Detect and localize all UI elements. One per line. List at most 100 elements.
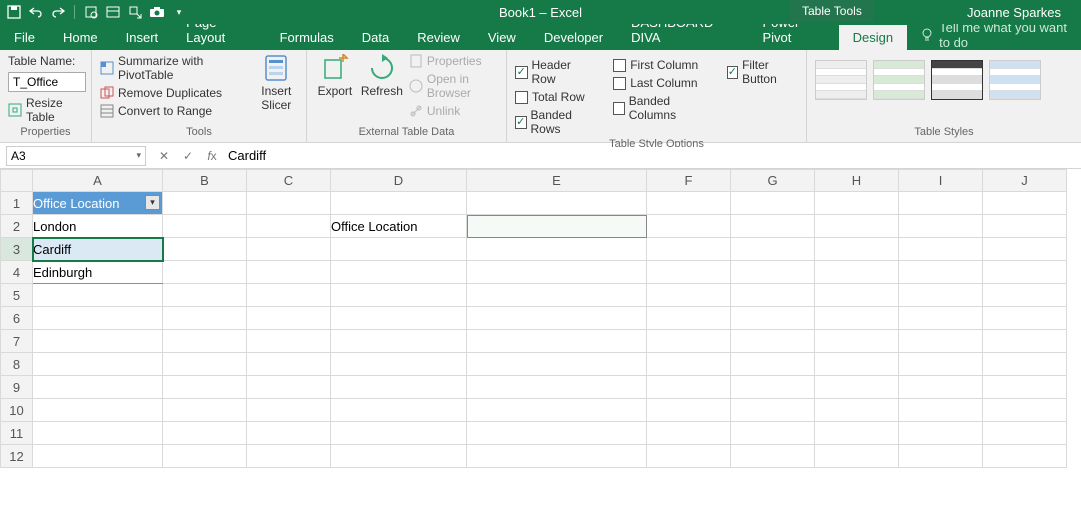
col-header-h[interactable]: H bbox=[815, 170, 899, 192]
style-swatch-2[interactable] bbox=[873, 60, 925, 100]
total-row-checkbox[interactable]: Total Row bbox=[515, 90, 595, 104]
col-header-d[interactable]: D bbox=[331, 170, 467, 192]
group-properties: Table Name: Resize Table Properties bbox=[0, 50, 92, 142]
row-header-8[interactable]: 8 bbox=[1, 353, 33, 376]
remove-duplicates-button[interactable]: Remove Duplicates bbox=[100, 86, 247, 100]
cancel-formula-icon[interactable]: ✕ bbox=[152, 149, 176, 163]
tell-me-label: Tell me what you want to do bbox=[939, 20, 1081, 50]
window-title: Book1 – Excel bbox=[499, 5, 582, 20]
unlink-button: Unlink bbox=[409, 104, 498, 118]
cell-a3[interactable]: Cardiff bbox=[33, 238, 163, 261]
browser-icon bbox=[409, 79, 423, 93]
refresh-icon bbox=[368, 54, 396, 82]
row-header-5[interactable]: 5 bbox=[1, 284, 33, 307]
formula-bar-row: A3 ▾ ✕ ✓ fx bbox=[0, 143, 1081, 169]
cell-d2[interactable]: Office Location bbox=[331, 215, 467, 238]
enter-formula-icon[interactable]: ✓ bbox=[176, 149, 200, 163]
row-header-2[interactable]: 2 bbox=[1, 215, 33, 238]
pivot-icon bbox=[100, 61, 114, 75]
worksheet-grid[interactable]: A B C D E F G H I J 1 Office Location▾ 2… bbox=[0, 169, 1081, 468]
name-box[interactable]: A3 ▾ bbox=[6, 146, 146, 166]
last-column-checkbox[interactable]: Last Column bbox=[613, 76, 708, 90]
tab-insert[interactable]: Insert bbox=[112, 25, 173, 50]
save-icon[interactable] bbox=[6, 4, 22, 20]
row-header-12[interactable]: 12 bbox=[1, 445, 33, 468]
insert-slicer-button[interactable]: Insert Slicer bbox=[255, 54, 298, 118]
col-header-g[interactable]: G bbox=[731, 170, 815, 192]
undo-icon[interactable] bbox=[28, 4, 44, 20]
ext-properties-button: Properties bbox=[409, 54, 498, 68]
banded-rows-checkbox[interactable]: Banded Rows bbox=[515, 108, 595, 136]
col-header-j[interactable]: J bbox=[983, 170, 1067, 192]
col-header-a[interactable]: A bbox=[33, 170, 163, 192]
user-name: Joanne Sparkes bbox=[967, 5, 1061, 20]
resize-table-icon bbox=[8, 103, 22, 117]
tab-file[interactable]: File bbox=[0, 25, 49, 50]
style-swatch-4[interactable] bbox=[989, 60, 1041, 100]
open-browser-button: Open in Browser bbox=[409, 72, 498, 100]
qat-dropdown-icon[interactable]: ▾ bbox=[171, 4, 187, 20]
tell-me-search[interactable]: Tell me what you want to do bbox=[907, 20, 1081, 50]
ribbon: Table Name: Resize Table Properties Summ… bbox=[0, 50, 1081, 143]
qat-icon-2[interactable] bbox=[105, 4, 121, 20]
row-header-1[interactable]: 1 bbox=[1, 192, 33, 215]
convert-range-button[interactable]: Convert to Range bbox=[100, 104, 247, 118]
banded-columns-checkbox[interactable]: Banded Columns bbox=[613, 94, 708, 122]
col-header-e[interactable]: E bbox=[467, 170, 647, 192]
cell-a1[interactable]: Office Location▾ bbox=[33, 192, 163, 215]
redo-icon[interactable] bbox=[50, 4, 66, 20]
group-table-styles: Table Styles bbox=[807, 50, 1081, 142]
summarize-pivot-button[interactable]: Summarize with PivotTable bbox=[100, 54, 247, 82]
qat-icon-3[interactable] bbox=[127, 4, 143, 20]
tab-review[interactable]: Review bbox=[403, 25, 474, 50]
row-header-4[interactable]: 4 bbox=[1, 261, 33, 284]
duplicates-icon bbox=[100, 86, 114, 100]
refresh-button[interactable]: Refresh bbox=[361, 54, 403, 118]
cell-e2[interactable] bbox=[467, 215, 647, 238]
select-all-corner[interactable] bbox=[1, 170, 33, 192]
first-column-checkbox[interactable]: First Column bbox=[613, 58, 708, 72]
style-swatch-3[interactable] bbox=[931, 60, 983, 100]
lightbulb-icon bbox=[921, 28, 933, 42]
qat-icon-1[interactable] bbox=[83, 4, 99, 20]
group-style-options: Header Row Total Row Banded Rows First C… bbox=[507, 50, 807, 142]
header-row-checkbox[interactable]: Header Row bbox=[515, 58, 595, 86]
tab-home[interactable]: Home bbox=[49, 25, 112, 50]
tab-formulas[interactable]: Formulas bbox=[266, 25, 348, 50]
filter-dropdown-icon[interactable]: ▾ bbox=[145, 195, 160, 210]
table-name-input[interactable] bbox=[8, 72, 86, 92]
filter-button-checkbox[interactable]: Filter Button bbox=[727, 58, 798, 86]
chevron-down-icon[interactable]: ▾ bbox=[136, 150, 141, 161]
export-icon bbox=[321, 54, 349, 82]
table-style-gallery[interactable] bbox=[815, 54, 1073, 100]
col-header-b[interactable]: B bbox=[163, 170, 247, 192]
row-header-9[interactable]: 9 bbox=[1, 376, 33, 399]
col-header-c[interactable]: C bbox=[247, 170, 331, 192]
cell-a2[interactable]: London bbox=[33, 215, 163, 238]
export-button[interactable]: Export bbox=[315, 54, 355, 118]
formula-input[interactable] bbox=[224, 147, 1081, 164]
row-header-6[interactable]: 6 bbox=[1, 307, 33, 330]
row-header-10[interactable]: 10 bbox=[1, 399, 33, 422]
row-header-11[interactable]: 11 bbox=[1, 422, 33, 445]
style-swatch-1[interactable] bbox=[815, 60, 867, 100]
slicer-icon bbox=[262, 54, 290, 82]
col-header-i[interactable]: I bbox=[899, 170, 983, 192]
row-header-7[interactable]: 7 bbox=[1, 330, 33, 353]
tab-view[interactable]: View bbox=[474, 25, 530, 50]
name-box-value: A3 bbox=[11, 149, 26, 163]
contextual-tab-label: Table Tools bbox=[790, 0, 874, 22]
group-external-data: Export Refresh Properties Open in Browse… bbox=[307, 50, 507, 142]
table-name-label: Table Name: bbox=[8, 54, 83, 68]
tab-data[interactable]: Data bbox=[348, 25, 403, 50]
tab-design[interactable]: Design bbox=[839, 25, 907, 50]
col-header-f[interactable]: F bbox=[647, 170, 731, 192]
cell-a4[interactable]: Edinburgh bbox=[33, 261, 163, 284]
tab-developer[interactable]: Developer bbox=[530, 25, 617, 50]
row-header-3[interactable]: 3 bbox=[1, 238, 33, 261]
fx-icon[interactable]: fx bbox=[200, 149, 224, 163]
ribbon-tabs: File Home Insert Page Layout Formulas Da… bbox=[0, 24, 1081, 50]
camera-icon[interactable] bbox=[149, 4, 165, 20]
resize-table-button[interactable]: Resize Table bbox=[8, 96, 83, 124]
convert-icon bbox=[100, 104, 114, 118]
